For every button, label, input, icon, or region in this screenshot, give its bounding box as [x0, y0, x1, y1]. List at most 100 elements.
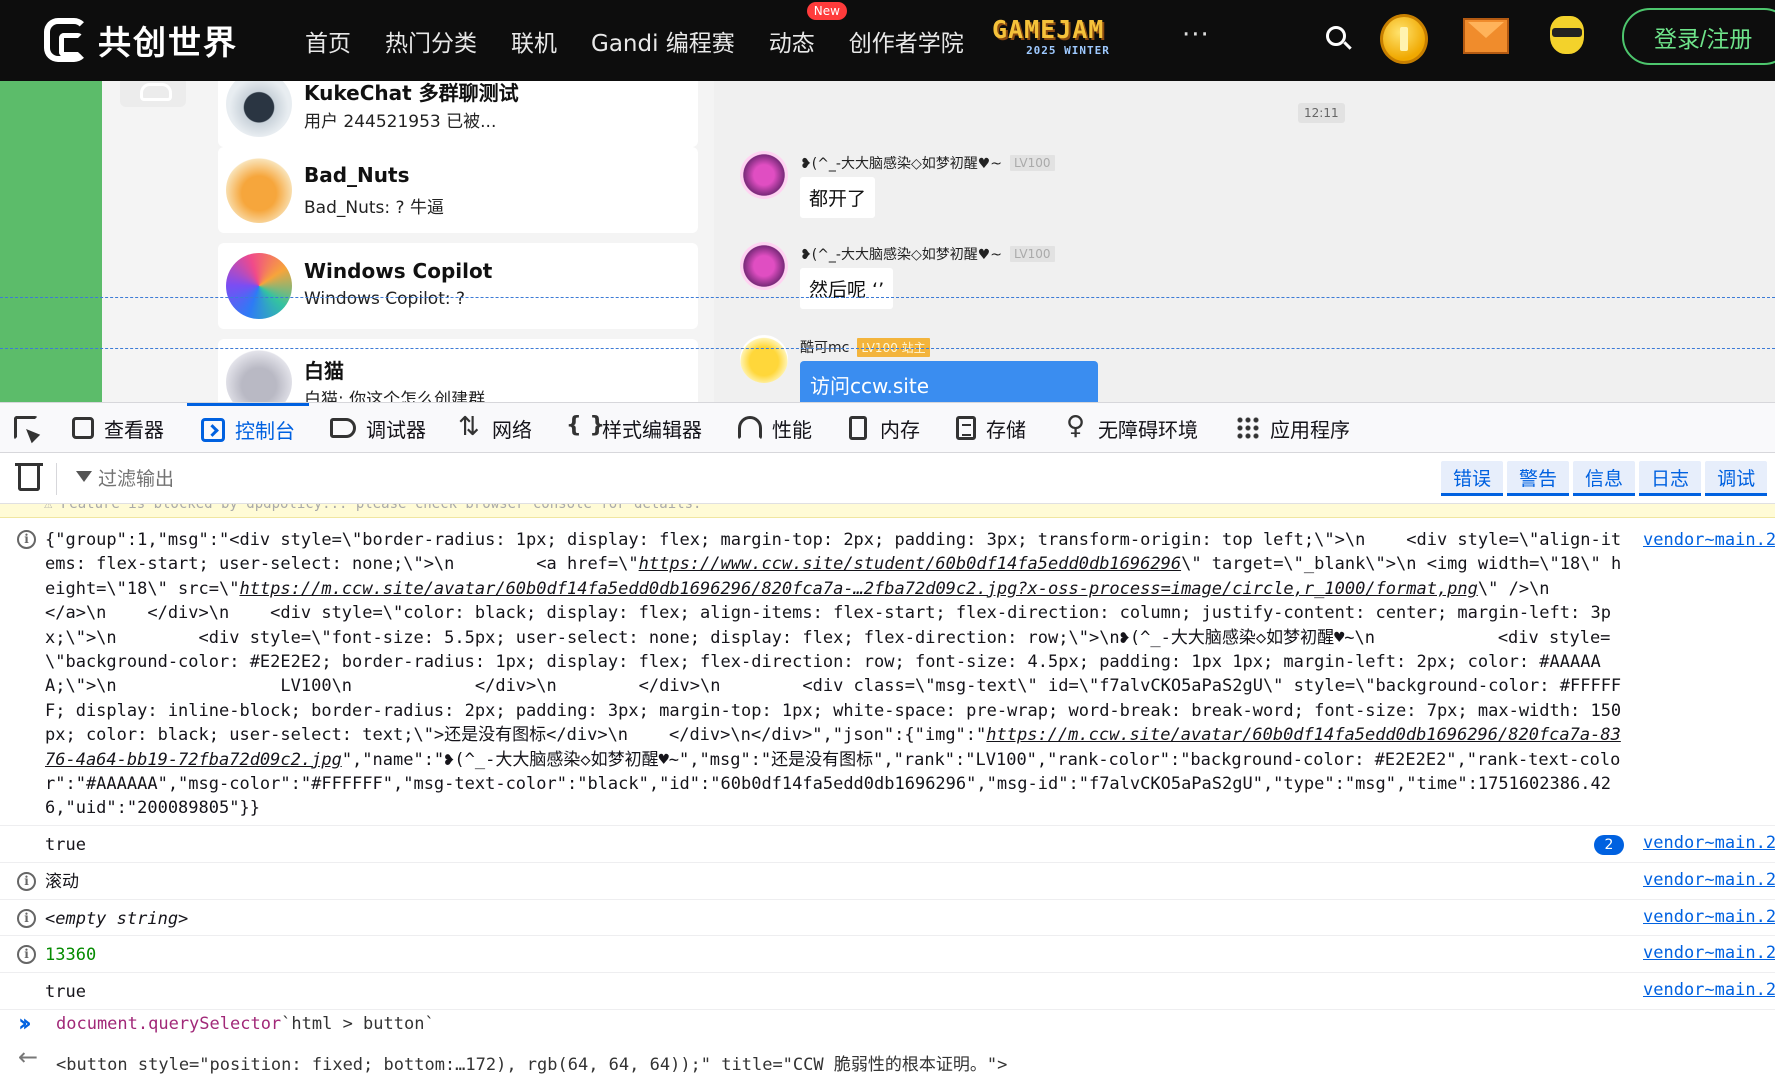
info-icon: i [17, 530, 36, 549]
console-result[interactable]: <button style="position: fixed; bottom:…… [56, 1050, 1007, 1075]
tab-label: 应用程序 [1270, 417, 1350, 442]
console-message: i {"group":1,"msg":"<div style=\"border-… [0, 518, 1775, 826]
nav-gandi-contest[interactable]: Gandi 编程赛 [591, 24, 735, 58]
level-debug-button[interactable]: 调试 [1705, 461, 1768, 496]
source-link[interactable]: vendor~main.2 [1643, 980, 1775, 1000]
conversation-preview: 用户 244521953 已被... [304, 112, 497, 132]
sender-line: 酷可mc LV100 站主 [800, 337, 930, 357]
message-text: 滚动 [45, 872, 79, 892]
sender-line: ❥(^_-大大脑感染◇如梦初醒♥~ LV100 [800, 153, 1055, 173]
nav-creator-academy[interactable]: 创作者学院 [849, 24, 964, 58]
screen: 共创世界 首页 热门分类 联机 Gandi 编程赛 动态 New 创作者学院 G… [0, 0, 1775, 1080]
gamejam-banner[interactable]: GAMEJAM 2025 WINTER [992, 16, 1144, 60]
nav-feed-label: 动态 [768, 30, 815, 57]
mail-icon[interactable] [1463, 18, 1509, 54]
conversation-item[interactable]: Bad_Nuts Bad_Nuts: ? 牛逼 [218, 147, 698, 233]
filter-output-input[interactable] [98, 463, 698, 495]
new-badge: New [806, 1, 847, 20]
level-logs-button[interactable]: 日志 [1639, 461, 1702, 496]
debugger-icon [330, 418, 356, 438]
site-header: 共创世界 首页 热门分类 联机 Gandi 编程赛 动态 New 创作者学院 G… [0, 0, 1775, 81]
console-message: i 13360 vendor~main.2 [0, 936, 1775, 973]
search-icon[interactable] [1322, 22, 1356, 56]
conversation-preview: Windows Copilot: ? [304, 289, 466, 309]
tab-memory[interactable]: 内存 [846, 403, 920, 453]
conversation-item[interactable]: KukeChat 多群聊测试 用户 244521953 已被... [218, 81, 698, 147]
coin-icon[interactable] [1380, 14, 1428, 64]
conversation-name: Windows Copilot [304, 259, 493, 283]
prompt-chevron-icon: ›› [18, 1009, 32, 1037]
login-register-button[interactable]: 登录/注册 [1622, 8, 1775, 65]
logo-icon [44, 18, 88, 62]
storage-icon [956, 416, 976, 440]
tab-label: 性能 [772, 417, 812, 442]
tab-label: 查看器 [104, 417, 164, 442]
warning-text: ⚠ Feature is blocked by dpdpolicy... ple… [44, 504, 702, 512]
source-link[interactable]: vendor~main.2 [1643, 907, 1775, 927]
tab-storage[interactable]: 存储 [956, 403, 1026, 453]
highlight-guide-line [0, 297, 1775, 298]
level-warnings-button[interactable]: 警告 [1507, 461, 1570, 496]
message-bubble: 然后呢 ‘’ [800, 268, 894, 309]
conversation-avatar [226, 81, 292, 137]
gauge-icon [738, 416, 762, 440]
tab-performance[interactable]: 性能 [738, 403, 812, 453]
tab-inspector[interactable]: 查看器 [72, 403, 164, 453]
log-link[interactable]: https://www.ccw.site/student/60b0df14fa5… [639, 554, 1181, 574]
level-errors-button[interactable]: 错误 [1441, 461, 1504, 496]
tab-label: 存储 [986, 417, 1026, 442]
message-text: true [45, 835, 86, 855]
main-nav: 首页 热门分类 联机 Gandi 编程赛 动态 New 创作者学院 [305, 0, 964, 81]
sender-avatar[interactable] [740, 242, 788, 290]
tab-debugger[interactable]: 调试器 [330, 403, 426, 453]
memory-chip-icon [849, 416, 867, 440]
level-info-button[interactable]: 信息 [1573, 461, 1636, 496]
more-menu-icon[interactable]: ··· [1182, 20, 1210, 50]
conversation-item[interactable]: Windows Copilot Windows Copilot: ? [218, 243, 698, 329]
tab-label: 样式编辑器 [602, 417, 702, 442]
tab-label: 无障碍环境 [1098, 417, 1198, 442]
site-logo[interactable]: 共创世界 [44, 14, 238, 66]
source-link[interactable]: vendor~main.2 [1643, 870, 1775, 890]
console-input-line[interactable]: ›› document.querySelector`html > button` [0, 1004, 1775, 1044]
nav-hot-categories[interactable]: 热门分类 [385, 24, 477, 58]
nav-feed[interactable]: 动态 New [768, 1, 847, 58]
element-picker-button[interactable] [14, 403, 38, 453]
sender-name: ❥(^_-大大脑感染◇如梦初醒♥~ [800, 156, 1003, 172]
user-avatar-icon[interactable] [1546, 12, 1588, 62]
message-area: 12:11 ❥(^_-大大脑感染◇如梦初醒♥~ LV100 都开了 ❥(^_-大… [714, 81, 1775, 402]
source-link[interactable]: vendor~main.2 [1643, 943, 1775, 963]
source-link[interactable]: vendor~main.2 [1643, 530, 1775, 550]
cloud-icon[interactable] [120, 81, 186, 107]
tab-label: 控制台 [235, 419, 295, 443]
rank-badge: LV100 [1010, 246, 1055, 262]
conversation-preview: 白猫: 你这个怎么创建群... [304, 390, 502, 402]
conversation-avatar [226, 349, 292, 402]
picker-icon [14, 416, 38, 440]
console-filter-bar: 错误 警告 信息 日志 调试 [0, 453, 1775, 504]
info-icon: i [17, 909, 36, 928]
sender-name: ❥(^_-大大脑感染◇如梦初醒♥~ [800, 247, 1003, 263]
message-text: 13360 [45, 945, 97, 965]
console-command[interactable]: document.querySelector`html > button` [56, 1014, 435, 1034]
info-icon: i [17, 945, 36, 964]
tab-style-editor[interactable]: 样式编辑器 [566, 403, 702, 453]
log-link[interactable]: https://m.ccw.site/avatar/60b0df14fa5edd… [239, 579, 1477, 599]
console-message: i <empty string> vendor~main.2 [0, 900, 1775, 936]
network-icon [458, 412, 482, 442]
trash-icon[interactable] [15, 463, 43, 491]
source-link[interactable]: vendor~main.2 [1643, 833, 1775, 853]
nav-online[interactable]: 联机 [511, 24, 557, 58]
tab-application[interactable]: 应用程序 [1236, 403, 1350, 453]
nav-home[interactable]: 首页 [305, 24, 351, 58]
log-level-filters: 错误 警告 信息 日志 调试 [1441, 461, 1768, 496]
sender-avatar[interactable] [740, 151, 788, 199]
conversation-preview: Bad_Nuts: ? 牛逼 [304, 198, 444, 218]
tab-console[interactable]: 控制台 [187, 403, 309, 453]
sender-avatar[interactable] [740, 335, 788, 383]
tab-network[interactable]: 网络 [458, 403, 532, 453]
tab-accessibility[interactable]: 无障碍环境 [1064, 403, 1198, 453]
tab-label: 内存 [880, 417, 920, 442]
link-card[interactable]: 访问ccw.site [800, 361, 1098, 402]
conversation-name: 白猫 [304, 359, 344, 383]
